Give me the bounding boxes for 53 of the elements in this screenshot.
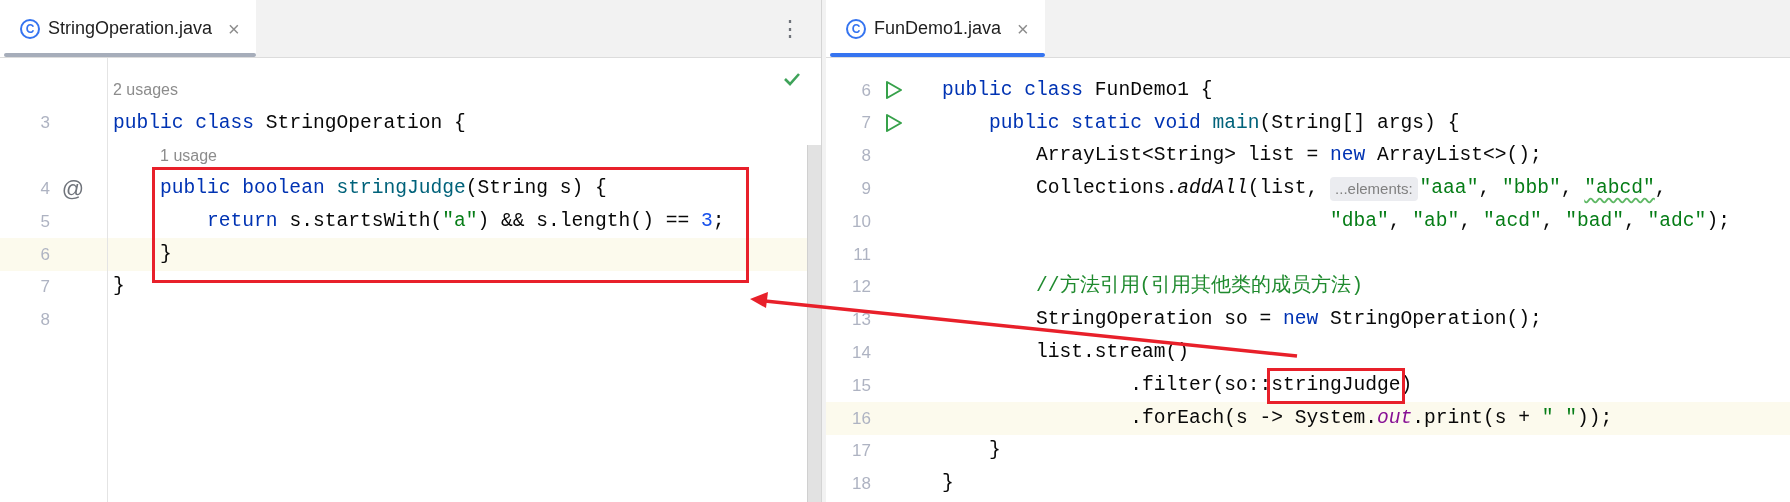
run-icon[interactable] — [885, 80, 903, 101]
line-number: 8 — [40, 310, 50, 330]
code-text: } — [988, 438, 1001, 464]
implements-marker-icon[interactable]: @ — [61, 177, 85, 200]
editor-tab[interactable]: C FunDemo1.java × — [826, 0, 1045, 57]
line-number: 16 — [852, 408, 871, 428]
line-number: 8 — [861, 146, 871, 166]
code-text: .forEach(s -> System.out.print(s + " ")); — [1129, 405, 1613, 431]
line-number: 10 — [852, 211, 871, 231]
line-number: 7 — [861, 113, 871, 133]
code-text: "aaa", "bbb", "abcd", — [1419, 176, 1667, 202]
code-text: } — [113, 274, 125, 300]
line-number: 14 — [852, 343, 871, 362]
code-text: public class StringOperation { — [113, 110, 466, 136]
usages-hint[interactable]: 2 usages — [113, 78, 178, 103]
parameter-hint: ...elements: — [1330, 176, 1418, 202]
tab-title: FunDemo1.java — [874, 17, 1002, 40]
line-number: 6 — [40, 244, 50, 264]
line-number: 7 — [40, 277, 50, 297]
code-text: //方法引用(引用其他类的成员方法) — [1035, 273, 1364, 300]
code-text: public class FunDemo1 { — [942, 77, 1213, 103]
line-number: 11 — [853, 244, 871, 264]
code-text: "dba", "ab", "acd", "bad", "adc"); — [1329, 208, 1730, 234]
code-text: } — [159, 241, 172, 267]
line-number: 12 — [852, 277, 871, 297]
line-number: 15 — [852, 375, 871, 395]
class-icon: C — [20, 18, 40, 39]
code-text: return s.startsWith("a") && s.length() == 3; — [206, 208, 725, 234]
line-number: 5 — [40, 211, 50, 231]
usages-hint[interactable]: 1 usage — [160, 144, 217, 168]
editor-tab[interactable]: C StringOperation.java × — [0, 0, 256, 57]
line-number: 13 — [852, 310, 871, 330]
line-number: 3 — [40, 113, 50, 133]
line-number: 6 — [861, 80, 871, 100]
class-icon: C — [846, 18, 866, 39]
tab-title: StringOperation.java — [48, 17, 213, 40]
code-text: list.stream() — [1035, 340, 1189, 366]
close-icon[interactable]: × — [1017, 18, 1029, 39]
check-icon[interactable] — [783, 72, 801, 86]
code-text: StringOperation so = new StringOperation(); — [1035, 307, 1542, 333]
code-text: public boolean stringJudge(String s) { — [159, 176, 607, 202]
close-icon[interactable]: × — [228, 18, 240, 39]
code-text: ArrayList<String> list = new ArrayList<>(); — [1035, 143, 1542, 169]
code-text: } — [942, 471, 954, 497]
code-text: Collections.addAll(list, — [1035, 176, 1320, 202]
line-number: 9 — [861, 179, 871, 199]
line-number: 4 — [40, 179, 50, 199]
line-number: 17 — [852, 441, 871, 461]
code-text: public static void main(String[] args) { — [988, 110, 1460, 136]
line-number: 18 — [852, 474, 871, 494]
run-icon[interactable] — [885, 113, 903, 134]
more-menu-icon[interactable]: ⋮ — [779, 12, 801, 45]
scrollbar[interactable] — [807, 145, 821, 502]
